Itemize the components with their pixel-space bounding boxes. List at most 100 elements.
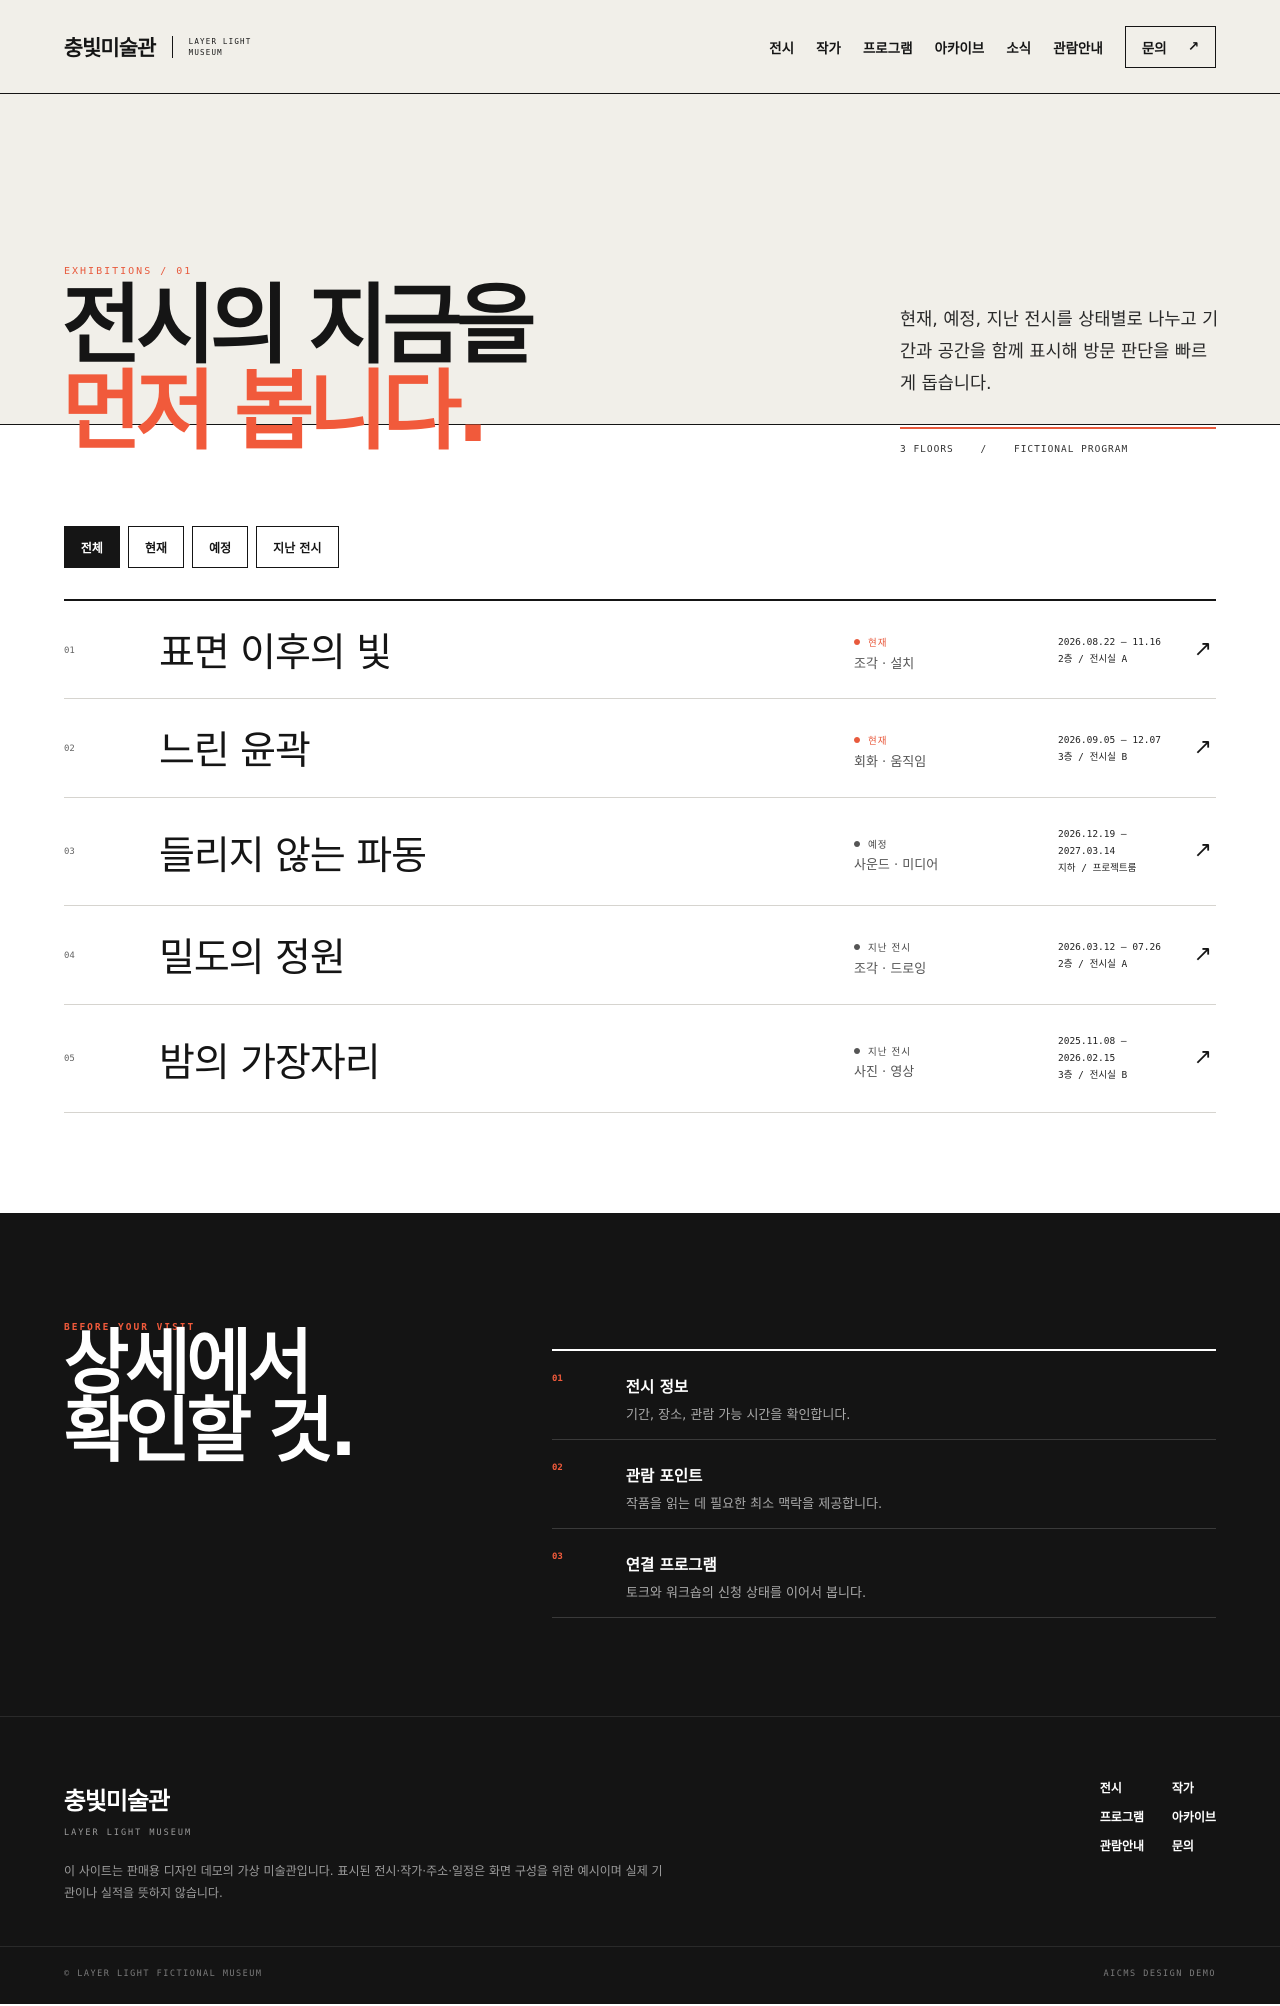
exhibition-title[interactable]: 표면 이후의 빛 <box>159 622 392 678</box>
filter-all[interactable]: 전체 <box>64 526 121 568</box>
status-dot <box>854 944 860 950</box>
logo[interactable]: 충빛미술관 LAYER LIGHT MUSEUM <box>64 32 259 62</box>
logo-english: LAYER LIGHT MUSEUM <box>188 36 252 57</box>
nav-item-programs[interactable]: 프로그램 <box>863 37 913 57</box>
footer-logo[interactable]: 충빛미술관 <box>64 1781 170 1816</box>
status-label: 현재 <box>868 638 888 649</box>
exhibition-dates: 2025.11.08 — 2026.02.15 3층 / 전시실 B <box>1058 1033 1127 1084</box>
step-description: 작품을 읽는 데 필요한 최소 맥락을 제공합니다. <box>626 1497 883 1512</box>
filter-past[interactable]: 지난 전시 <box>256 526 339 568</box>
site-header: 충빛미술관 LAYER LIGHT MUSEUM 전시 작가 프로그램 아카이브… <box>0 0 1280 94</box>
exhibitions-section: 전체 현재 예정 지난 전시 01 표면 이후의 빛 현재 조각 · 설치 20… <box>0 425 1280 1213</box>
nav-item-archive[interactable]: 아카이브 <box>935 37 985 57</box>
exhibition-dates: 2026.09.05 — 12.07 3층 / 전시실 B <box>1058 732 1161 766</box>
venue-line: 2층 / 전시실 A <box>1058 654 1128 665</box>
logo-korean: 충빛미술관 <box>64 35 157 60</box>
status-dot <box>854 737 860 743</box>
arrow-up-right-icon[interactable]: ↗ <box>1194 838 1212 863</box>
venue-line: 지하 / 프로젝트룸 <box>1058 863 1137 874</box>
status-badge: 현재 <box>854 635 887 649</box>
footer-bottom-bar: © LAYER LIGHT FICTIONAL MUSEUM AICMS DES… <box>0 1947 1280 2004</box>
arrow-up-right-icon[interactable]: ↗ <box>1194 735 1212 760</box>
nav-item-artists[interactable]: 작가 <box>816 37 841 57</box>
footer-link-archive[interactable]: 아카이브 <box>1172 1808 1232 1825</box>
nav-item-exhibitions[interactable]: 전시 <box>769 37 794 57</box>
visit-title-line2: 확인할 것. <box>64 1389 357 1472</box>
nav-item-news[interactable]: 소식 <box>1006 37 1031 57</box>
footer-link-programs[interactable]: 프로그램 <box>1100 1808 1172 1825</box>
exhibition-title[interactable]: 밤의 가장자리 <box>159 1032 381 1088</box>
arrow-up-right-icon[interactable]: ↗ <box>1194 1045 1212 1070</box>
filter-upcoming[interactable]: 예정 <box>192 526 249 568</box>
visit-steps: 01 전시 정보 기간, 장소, 관람 가능 시간을 확인합니다. 02 관람 … <box>552 1349 1216 1618</box>
exhibition-row[interactable]: 03 들리지 않는 파동 예정 사운드 · 미디어 2026.12.19 — 2… <box>64 798 1216 906</box>
status-badge: 현재 <box>854 733 887 747</box>
exhibition-dates: 2026.12.19 — 2027.03.14 지하 / 프로젝트룸 <box>1058 826 1136 877</box>
exhibition-row[interactable]: 05 밤의 가장자리 지난 전시 사진 · 영상 2025.11.08 — 20… <box>64 1005 1216 1113</box>
exhibition-category: 회화 · 움직임 <box>854 755 927 770</box>
step-title: 관람 포인트 <box>626 1467 703 1485</box>
row-number: 02 <box>64 744 75 754</box>
footer-link-exhibitions[interactable]: 전시 <box>1100 1779 1172 1796</box>
exhibition-row[interactable]: 01 표면 이후의 빛 현재 조각 · 설치 2026.08.22 — 11.1… <box>64 601 1216 699</box>
exhibition-category: 사진 · 영상 <box>854 1065 915 1080</box>
visit-section: BEFORE YOUR VISIT 상세에서 확인할 것. 01 전시 정보 기… <box>0 1213 1280 1717</box>
hero-title-line1: 전시의 지금을 <box>62 274 537 376</box>
visit-step: 02 관람 포인트 작품을 읽는 데 필요한 최소 맥락을 제공합니다. <box>552 1440 1216 1529</box>
status-label: 지난 전시 <box>868 943 911 954</box>
hero-section: EXHIBITIONS / 01 전시의 지금을 먼저 봅니다. 현재, 예정,… <box>0 94 1280 455</box>
exhibition-title[interactable]: 느린 윤곽 <box>159 720 311 776</box>
exhibition-list: 01 표면 이후의 빛 현재 조각 · 설치 2026.08.22 — 11.1… <box>64 599 1216 1113</box>
date-line: 2026.08.22 — 11.16 <box>1058 637 1161 648</box>
exhibition-category: 사운드 · 미디어 <box>854 858 939 873</box>
status-label: 현재 <box>868 736 888 747</box>
date-line: 2026.03.12 — 07.26 <box>1058 942 1161 953</box>
step-number: 01 <box>552 1374 563 1384</box>
contact-button[interactable]: 문의 ↗ <box>1125 25 1216 68</box>
date-line: 2026.09.05 — 12.07 <box>1058 735 1161 746</box>
status-filters: 전체 현재 예정 지난 전시 <box>64 526 347 568</box>
logo-divider <box>171 35 173 58</box>
footer-logo-english: LAYER LIGHT MUSEUM <box>64 1828 193 1838</box>
step-description: 기간, 장소, 관람 가능 시간을 확인합니다. <box>626 1408 851 1423</box>
credit: AICMS DESIGN DEMO <box>1103 1969 1216 1979</box>
venue-line: 3층 / 전시실 B <box>1058 1070 1128 1081</box>
row-number: 03 <box>64 847 75 857</box>
exhibition-dates: 2026.03.12 — 07.26 2층 / 전시실 A <box>1058 939 1161 973</box>
status-dot <box>854 639 860 645</box>
visit-step: 03 연결 프로그램 토크와 워크숍의 신청 상태를 이어서 봅니다. <box>552 1529 1216 1618</box>
exhibition-row[interactable]: 02 느린 윤곽 현재 회화 · 움직임 2026.09.05 — 12.07 … <box>64 699 1216 798</box>
status-label: 예정 <box>868 840 888 851</box>
exhibition-title[interactable]: 들리지 않는 파동 <box>159 825 427 881</box>
row-number: 05 <box>64 1054 75 1064</box>
footer-nav: 전시 작가 프로그램 아카이브 관람안내 문의 <box>1100 1779 1232 1854</box>
venue-line: 3층 / 전시실 B <box>1058 752 1128 763</box>
exhibition-category: 조각 · 드로잉 <box>854 962 927 977</box>
footer-link-artists[interactable]: 작가 <box>1172 1779 1232 1796</box>
row-number: 04 <box>64 951 75 961</box>
arrow-up-right-icon: ↗ <box>1187 38 1199 55</box>
footer-link-visit[interactable]: 관람안내 <box>1100 1837 1172 1854</box>
status-badge: 예정 <box>854 837 887 851</box>
filter-current[interactable]: 현재 <box>128 526 185 568</box>
arrow-up-right-icon[interactable]: ↗ <box>1194 942 1212 967</box>
step-title: 전시 정보 <box>626 1378 689 1396</box>
date-line: 2025.11.08 — <box>1058 1036 1127 1047</box>
visit-step: 01 전시 정보 기간, 장소, 관람 가능 시간을 확인합니다. <box>552 1351 1216 1440</box>
row-number: 01 <box>64 646 75 656</box>
nav-item-visit[interactable]: 관람안내 <box>1053 37 1103 57</box>
exhibition-title[interactable]: 밀도의 정원 <box>159 927 346 983</box>
footer-disclaimer: 이 사이트는 판매용 디자인 데모의 가상 미술관입니다. 표시된 전시·작가·… <box>64 1864 663 1900</box>
step-number: 02 <box>552 1463 563 1473</box>
step-number: 03 <box>552 1552 563 1562</box>
contact-button-label: 문의 <box>1142 40 1167 57</box>
hero-description: 현재, 예정, 지난 전시를 상태별로 나누고 기간과 공간을 함께 표시해 방… <box>900 310 1219 394</box>
footer-link-contact[interactable]: 문의 <box>1172 1837 1232 1854</box>
exhibition-row[interactable]: 04 밀도의 정원 지난 전시 조각 · 드로잉 2026.03.12 — 07… <box>64 906 1216 1005</box>
status-dot <box>854 841 860 847</box>
arrow-up-right-icon[interactable]: ↗ <box>1194 637 1212 662</box>
copyright: © LAYER LIGHT FICTIONAL MUSEUM <box>64 1969 263 1979</box>
date-line: 2026.12.19 — <box>1058 829 1127 840</box>
date-line-end: 2027.03.14 <box>1058 846 1116 857</box>
status-badge: 지난 전시 <box>854 1044 911 1058</box>
